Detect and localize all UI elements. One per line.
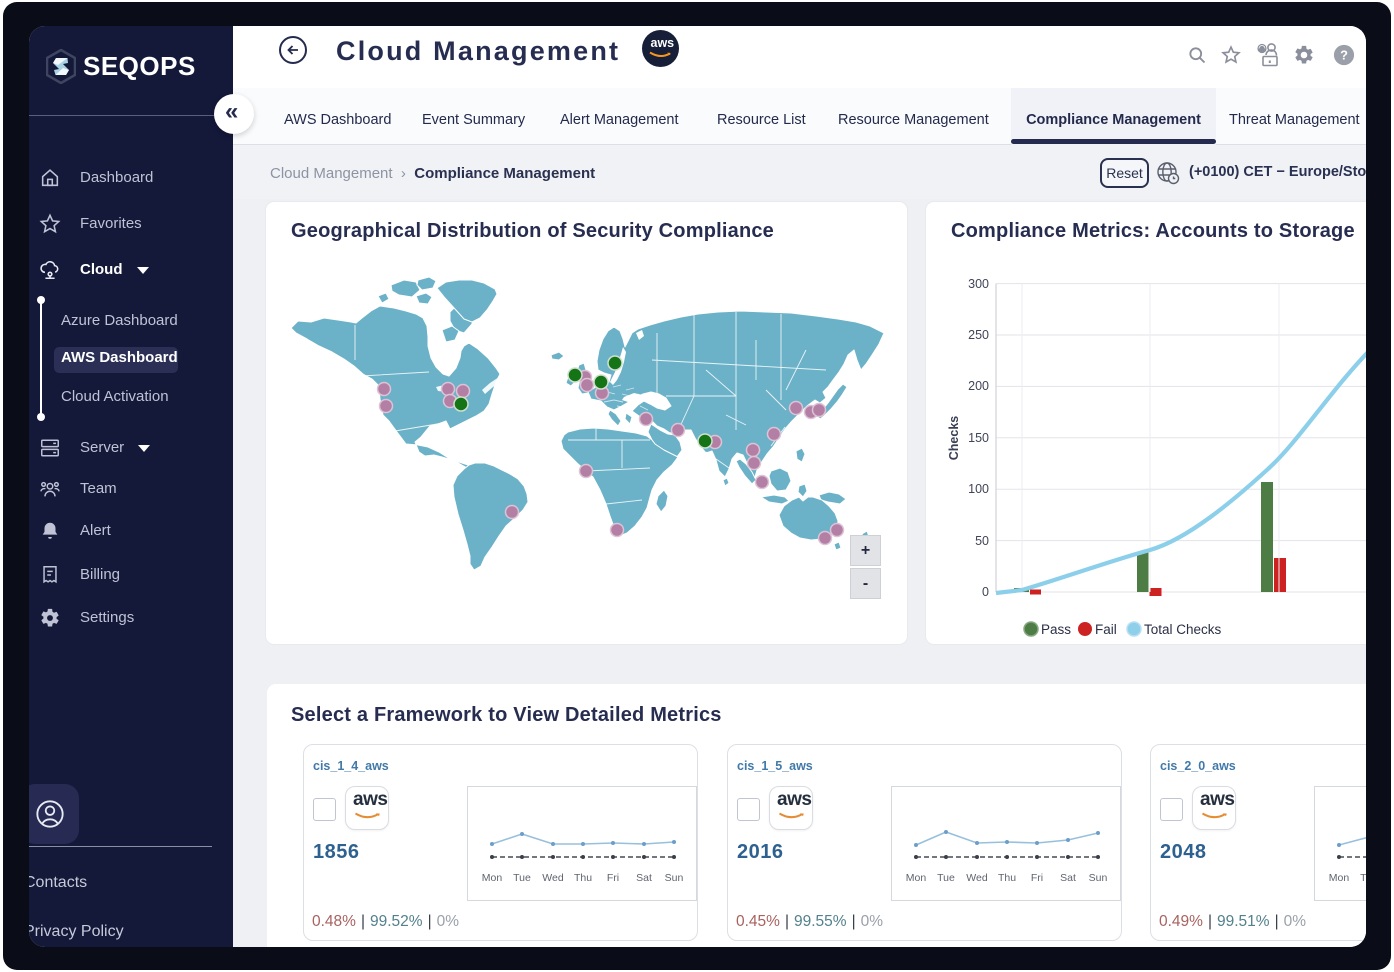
svg-text:Sat: Sat	[636, 872, 652, 884]
svg-text:100: 100	[968, 482, 989, 496]
svg-text:Tue: Tue	[937, 872, 955, 884]
svg-text:Thu: Thu	[574, 872, 592, 884]
svg-text:Tue: Tue	[1360, 872, 1366, 884]
svg-text:300: 300	[968, 277, 989, 291]
svg-text:Mon: Mon	[906, 872, 927, 884]
svg-text:Fri: Fri	[1031, 872, 1043, 884]
svg-text:50: 50	[975, 534, 989, 548]
svg-text:Checks: Checks	[947, 416, 961, 461]
svg-text:Fri: Fri	[607, 872, 619, 884]
svg-text:Sun: Sun	[1089, 872, 1108, 884]
svg-text:Wed: Wed	[966, 872, 988, 884]
svg-text:200: 200	[968, 379, 989, 393]
svg-text:Sun: Sun	[665, 872, 684, 884]
svg-text:Wed: Wed	[542, 872, 564, 884]
svg-text:0: 0	[982, 585, 989, 599]
svg-text:Mon: Mon	[1329, 872, 1350, 884]
svg-text:Sat: Sat	[1060, 872, 1076, 884]
svg-text:Total Checks: Total Checks	[1144, 622, 1222, 637]
svg-text:Fail: Fail	[1095, 622, 1117, 637]
svg-text:150: 150	[968, 431, 989, 445]
svg-text:?: ?	[1340, 48, 1348, 63]
svg-text:250: 250	[968, 328, 989, 342]
svg-text:Tue: Tue	[513, 872, 531, 884]
svg-text:Pass: Pass	[1041, 622, 1071, 637]
svg-text:Thu: Thu	[998, 872, 1016, 884]
svg-text:Mon: Mon	[482, 872, 503, 884]
